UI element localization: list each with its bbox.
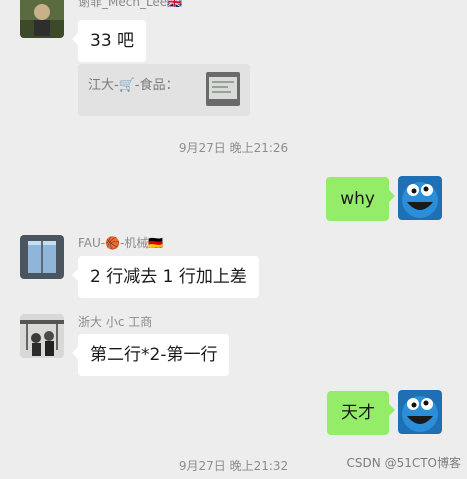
quoted-message[interactable]: 江大-🛒-食品： (78, 64, 250, 116)
window-sky-avatar-icon (20, 235, 64, 279)
sender-avatar-2[interactable] (20, 235, 64, 279)
self-avatar[interactable] (398, 390, 442, 434)
cookie-monster-avatar-icon (398, 176, 442, 220)
sender-name: FAU-🏀-机械🇩🇪 (78, 236, 164, 250)
people-group-avatar-icon (20, 314, 64, 358)
person-outdoor-avatar-icon (20, 0, 64, 38)
chat-timestamp: 9月27日 晚上21:26 (178, 141, 289, 155)
message-bubble[interactable]: 33 吧 (71, 20, 147, 62)
self-message-bubble[interactable]: 天才 (327, 391, 395, 435)
self-message-bubble[interactable]: why (326, 177, 395, 221)
watermark: CSDN @51CTO博客 (346, 456, 461, 470)
sender-avatar-1[interactable] (20, 0, 64, 38)
quote-thumbnail-image[interactable] (206, 72, 240, 106)
message-bubble[interactable]: 第二行*2-第一行 (71, 334, 230, 376)
message-bubble[interactable]: 2 行减去 1 行加上差 (72, 256, 259, 298)
cookie-monster-avatar-icon (398, 390, 442, 434)
quote-text: 江大-🛒-食品： (88, 78, 179, 93)
self-avatar[interactable] (398, 176, 442, 220)
sender-name: 谢菲_Mech_Lee🇬🇧 (78, 0, 183, 9)
sender-avatar-3[interactable] (20, 314, 64, 358)
sender-name: 浙大 小c 工商 (78, 315, 153, 329)
